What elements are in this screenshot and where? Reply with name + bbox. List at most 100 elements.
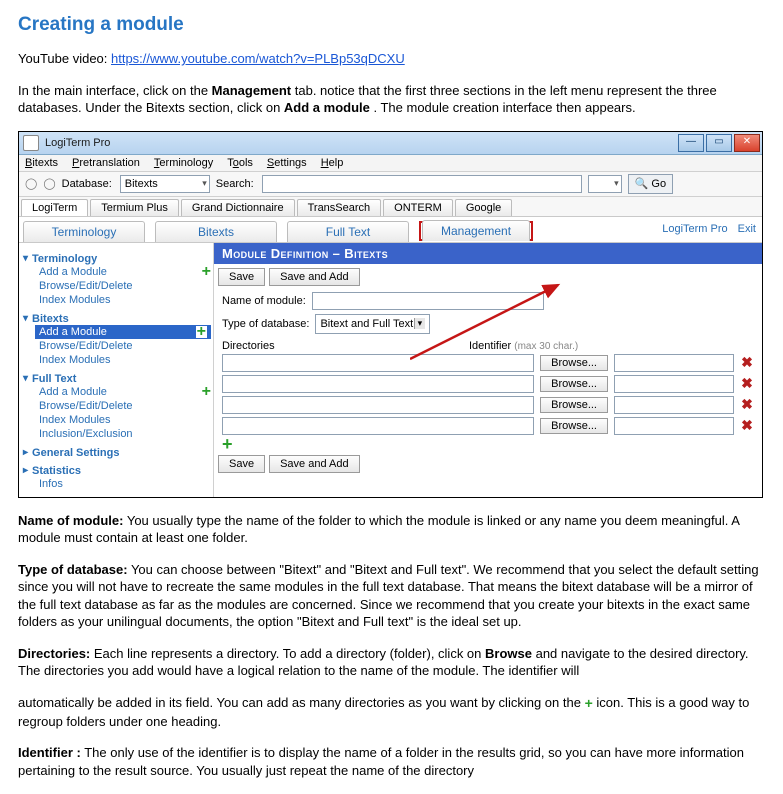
plus-icon[interactable]: + [202, 386, 211, 398]
tab-logiterm[interactable]: LogiTerm [21, 199, 88, 216]
nav-fwd-icon[interactable]: ◯ [43, 177, 55, 190]
tab-fulltext[interactable]: Full Text [287, 221, 409, 242]
nav-ft-incl[interactable]: Inclusion/Exclusion [39, 427, 211, 441]
app-icon [23, 135, 39, 151]
search-input[interactable] [262, 175, 582, 193]
youtube-link[interactable]: https://www.youtube.com/watch?v=PLBp53qD… [111, 51, 405, 66]
browse-button[interactable]: Browse... [540, 418, 608, 434]
nav-term-add[interactable]: Add a Module + [39, 265, 211, 279]
tab-transsearch[interactable]: TransSearch [297, 199, 382, 216]
nav-ft-browse[interactable]: Browse/Edit/Delete [39, 399, 211, 413]
add-directory-icon[interactable]: + [222, 434, 233, 454]
directory-input[interactable] [222, 417, 534, 435]
identifier-input[interactable] [614, 375, 734, 393]
menu-bitexts[interactable]: Bitexts [25, 157, 58, 169]
directories-description-2: automatically be added in its field. You… [18, 694, 765, 730]
save-button[interactable]: Save [218, 268, 265, 286]
identifier-label: Identifier (max 30 char.) [469, 340, 754, 352]
page-title: Creating a module [18, 14, 765, 36]
menu-help[interactable]: Help [321, 157, 344, 169]
provider-tabs: LogiTerm Termium Plus Grand Dictionnaire… [19, 197, 762, 217]
nav-ft-add[interactable]: Add a Module+ [39, 385, 211, 399]
exit-link[interactable]: Exit [738, 223, 756, 235]
delete-icon[interactable]: ✖ [740, 396, 754, 413]
directories-description-1: Directories: Each line represents a dire… [18, 645, 765, 680]
nav-term-index[interactable]: Index Modules [39, 293, 211, 307]
plus-icon[interactable]: + [202, 266, 211, 278]
nav-term-browse[interactable]: Browse/Edit/Delete [39, 279, 211, 293]
search-icon: 🔍 [635, 177, 649, 190]
browse-button[interactable]: Browse... [540, 376, 608, 392]
nav-group-fulltext[interactable]: Full Text [23, 373, 211, 385]
type-select[interactable]: Bitext and Full Text [315, 314, 430, 334]
database-select[interactable]: Bitexts [120, 175, 210, 193]
save-and-add-button[interactable]: Save and Add [269, 455, 360, 473]
menu-pretranslation[interactable]: Pretranslation [72, 157, 140, 169]
delete-icon[interactable]: ✖ [740, 375, 754, 392]
name-description: Name of module: You usually type the nam… [18, 512, 765, 547]
tab-onterm[interactable]: ONTERM [383, 199, 453, 216]
plus-icon: + [585, 695, 593, 711]
nav-group-statistics[interactable]: Statistics [23, 465, 211, 477]
intro-addmodule-bold: Add a module [284, 100, 370, 115]
go-button[interactable]: 🔍Go [628, 174, 673, 194]
nav-label: Add a Module [39, 326, 107, 338]
nav-bitexts-add[interactable]: Add a Module + [35, 325, 211, 339]
directory-input[interactable] [222, 396, 534, 414]
nav-group-terminology[interactable]: Terminology [23, 253, 211, 265]
directory-row: Browse... ✖ [222, 396, 754, 414]
menu-tools[interactable]: Tools [227, 157, 253, 169]
directory-input[interactable] [222, 375, 534, 393]
nav-label: Add a Module [39, 266, 107, 278]
type-description: Type of database: You can choose between… [18, 561, 765, 631]
nav-bitexts-index[interactable]: Index Modules [39, 353, 211, 367]
tab-bitexts[interactable]: Bitexts [155, 221, 277, 242]
identifier-input[interactable] [614, 396, 734, 414]
search-options-select[interactable] [588, 175, 622, 193]
identifier-input[interactable] [614, 417, 734, 435]
tab-terminology[interactable]: Terminology [23, 221, 145, 242]
nav-back-icon[interactable]: ◯ [25, 177, 37, 190]
directory-row: Browse... ✖ [222, 417, 754, 435]
desc-body: You can choose between "Bitext" and "Bit… [18, 562, 759, 630]
plus-icon[interactable]: + [196, 326, 207, 338]
identifier-input[interactable] [614, 354, 734, 372]
database-label: Database: [62, 178, 112, 190]
menubar: Bitexts Pretranslation Terminology Tools… [19, 155, 762, 172]
nav-infos[interactable]: Infos [39, 477, 211, 491]
desc-title: Directories: [18, 646, 90, 661]
nav-group-bitexts[interactable]: Bitexts [23, 313, 211, 325]
delete-icon[interactable]: ✖ [740, 354, 754, 371]
name-input[interactable] [312, 292, 544, 310]
desc-body: The only use of the identifier is to dis… [18, 745, 744, 778]
save-button[interactable]: Save [218, 455, 265, 473]
maximize-button[interactable]: ▭ [706, 134, 732, 152]
menu-terminology[interactable]: Terminology [154, 157, 213, 169]
close-button[interactable]: ✕ [734, 134, 760, 152]
intro-text: In the main interface, click on the [18, 83, 212, 98]
database-value: Bitexts [125, 178, 158, 190]
nav-group-general[interactable]: General Settings [23, 447, 211, 459]
browse-button[interactable]: Browse... [540, 397, 608, 413]
type-label: Type of database: [222, 318, 309, 330]
browse-button[interactable]: Browse... [540, 355, 608, 371]
management-highlight: Management [419, 221, 533, 241]
nav-ft-index[interactable]: Index Modules [39, 413, 211, 427]
tab-google[interactable]: Google [455, 199, 512, 216]
minimize-button[interactable]: — [678, 134, 704, 152]
desc-body: Each line represents a directory. To add… [90, 646, 485, 661]
screenshot-window: LogiTerm Pro — ▭ ✕ Bitexts Pretranslatio… [18, 131, 763, 498]
desc-body: You usually type the name of the folder … [18, 513, 739, 546]
nav-bitexts-browse[interactable]: Browse/Edit/Delete [39, 339, 211, 353]
save-and-add-button[interactable]: Save and Add [269, 268, 360, 286]
tab-termium[interactable]: Termium Plus [90, 199, 179, 216]
menu-settings[interactable]: Settings [267, 157, 307, 169]
tab-gdt[interactable]: Grand Dictionnaire [181, 199, 295, 216]
delete-icon[interactable]: ✖ [740, 417, 754, 434]
directory-input[interactable] [222, 354, 534, 372]
identifier-hint: (max 30 char.) [514, 341, 578, 352]
section-title: Module Definition – Bitexts [214, 243, 762, 264]
brand-label: LogiTerm Pro [662, 223, 727, 235]
left-nav: Terminology Add a Module + Browse/Edit/De… [19, 243, 214, 497]
tab-management[interactable]: Management [422, 220, 530, 241]
